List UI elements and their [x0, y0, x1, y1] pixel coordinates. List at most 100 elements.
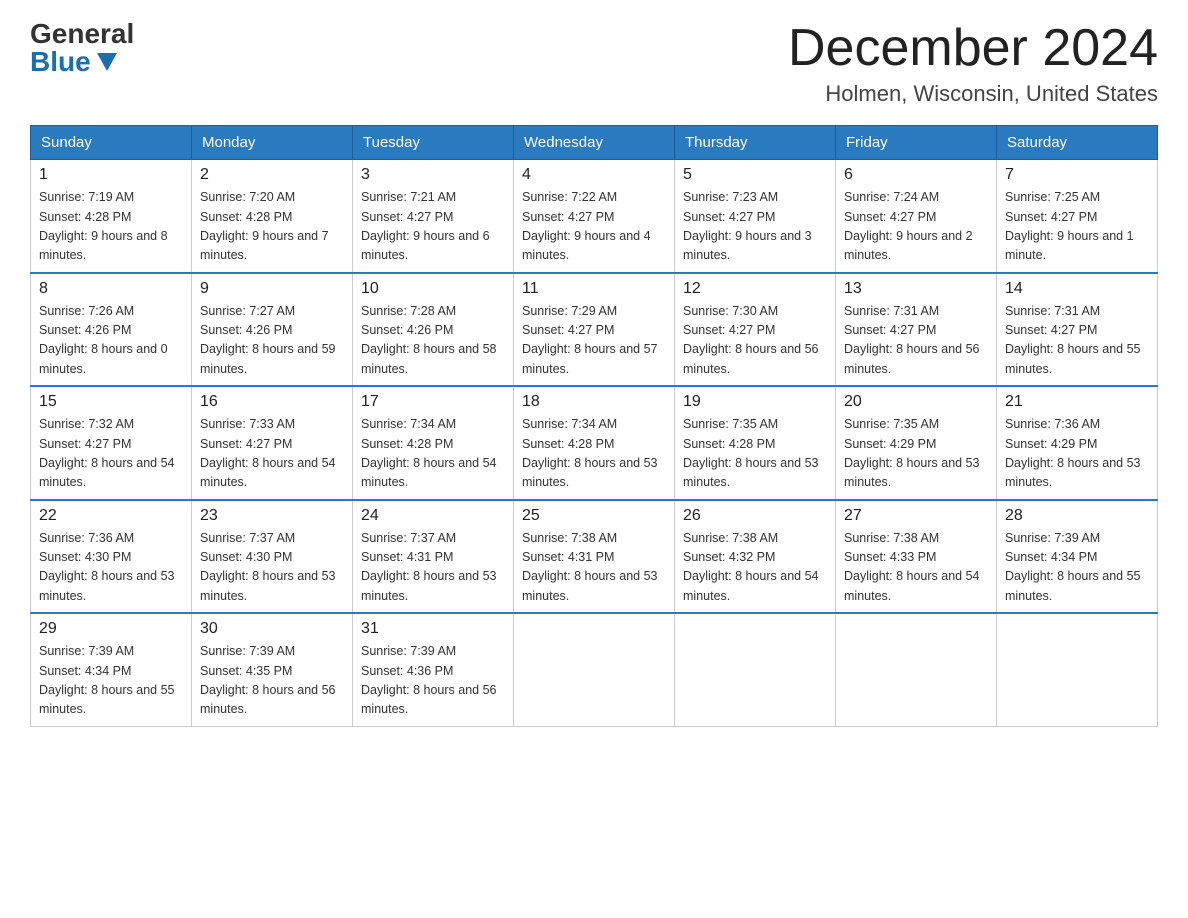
col-header-sunday: Sunday	[31, 126, 192, 160]
page-header: General Blue December 2024 Holmen, Wisco…	[30, 20, 1158, 107]
day-info: Sunrise: 7:23 AMSunset: 4:27 PMDaylight:…	[683, 188, 827, 266]
day-info: Sunrise: 7:31 AMSunset: 4:27 PMDaylight:…	[844, 302, 988, 380]
day-cell-7: 7 Sunrise: 7:25 AMSunset: 4:27 PMDaylight…	[997, 160, 1158, 273]
day-cell-10: 10Sunrise: 7:28 AMSunset: 4:26 PMDayligh…	[353, 273, 514, 387]
day-cell-27: 27 Sunrise: 7:38 AMSunset: 4:33 PMDayligh…	[836, 500, 997, 614]
day-number: 29	[39, 620, 183, 638]
day-cell-15: 15 Sunrise: 7:32 AMSunset: 4:27 PMDayligh…	[31, 386, 192, 500]
empty-cell	[836, 613, 997, 726]
col-header-tuesday: Tuesday	[353, 126, 514, 160]
empty-cell	[675, 613, 836, 726]
day-number: 14	[1005, 280, 1149, 298]
day-info: Sunrise: 7:37 AMSunset: 4:31 PMDaylight:…	[361, 529, 505, 607]
day-info: Sunrise: 7:34 AMSunset: 4:28 PMDaylight:…	[361, 415, 505, 493]
day-number: 12	[683, 280, 827, 298]
day-info: Sunrise: 7:26 AMSunset: 4:26 PMDaylight:…	[39, 302, 183, 380]
day-info: Sunrise: 7:32 AMSunset: 4:27 PMDaylight:…	[39, 415, 183, 493]
day-number: 15	[39, 393, 183, 411]
day-number: 7	[1005, 166, 1149, 184]
day-cell-21: 21Sunrise: 7:36 AMSunset: 4:29 PMDayligh…	[997, 386, 1158, 500]
day-number: 31	[361, 620, 505, 638]
day-number: 8	[39, 280, 183, 298]
day-info: Sunrise: 7:25 AMSunset: 4:27 PMDaylight:…	[1005, 188, 1149, 266]
day-info: Sunrise: 7:22 AMSunset: 4:27 PMDaylight:…	[522, 188, 666, 266]
day-cell-11: 11Sunrise: 7:29 AMSunset: 4:27 PMDayligh…	[514, 273, 675, 387]
day-number: 22	[39, 507, 183, 525]
day-cell-24: 24 Sunrise: 7:37 AMSunset: 4:31 PMDayligh…	[353, 500, 514, 614]
day-number: 23	[200, 507, 344, 525]
day-cell-17: 17 Sunrise: 7:34 AMSunset: 4:28 PMDayligh…	[353, 386, 514, 500]
day-info: Sunrise: 7:35 AMSunset: 4:29 PMDaylight:…	[844, 415, 988, 493]
day-number: 20	[844, 393, 988, 411]
day-info: Sunrise: 7:38 AMSunset: 4:32 PMDaylight:…	[683, 529, 827, 607]
col-header-wednesday: Wednesday	[514, 126, 675, 160]
day-number: 1	[39, 166, 183, 184]
empty-cell	[514, 613, 675, 726]
day-info: Sunrise: 7:35 AMSunset: 4:28 PMDaylight:…	[683, 415, 827, 493]
day-info: Sunrise: 7:24 AMSunset: 4:27 PMDaylight:…	[844, 188, 988, 266]
day-number: 6	[844, 166, 988, 184]
day-cell-16: 16 Sunrise: 7:33 AMSunset: 4:27 PMDayligh…	[192, 386, 353, 500]
day-info: Sunrise: 7:30 AMSunset: 4:27 PMDaylight:…	[683, 302, 827, 380]
day-cell-19: 19 Sunrise: 7:35 AMSunset: 4:28 PMDayligh…	[675, 386, 836, 500]
day-number: 19	[683, 393, 827, 411]
day-number: 27	[844, 507, 988, 525]
day-cell-23: 23 Sunrise: 7:37 AMSunset: 4:30 PMDayligh…	[192, 500, 353, 614]
col-header-friday: Friday	[836, 126, 997, 160]
day-cell-20: 20 Sunrise: 7:35 AMSunset: 4:29 PMDayligh…	[836, 386, 997, 500]
day-info: Sunrise: 7:27 AMSunset: 4:26 PMDaylight:…	[200, 302, 344, 380]
day-cell-5: 5 Sunrise: 7:23 AMSunset: 4:27 PMDaylight…	[675, 160, 836, 273]
day-info: Sunrise: 7:21 AMSunset: 4:27 PMDaylight:…	[361, 188, 505, 266]
week-row-5: 29 Sunrise: 7:39 AMSunset: 4:34 PMDayligh…	[31, 613, 1158, 726]
day-cell-22: 22 Sunrise: 7:36 AMSunset: 4:30 PMDayligh…	[31, 500, 192, 614]
week-row-4: 22 Sunrise: 7:36 AMSunset: 4:30 PMDayligh…	[31, 500, 1158, 614]
day-cell-9: 9 Sunrise: 7:27 AMSunset: 4:26 PMDaylight…	[192, 273, 353, 387]
day-info: Sunrise: 7:36 AMSunset: 4:29 PMDaylight:…	[1005, 415, 1149, 493]
day-cell-31: 31 Sunrise: 7:39 AMSunset: 4:36 PMDayligh…	[353, 613, 514, 726]
day-info: Sunrise: 7:36 AMSunset: 4:30 PMDaylight:…	[39, 529, 183, 607]
day-number: 28	[1005, 507, 1149, 525]
day-cell-18: 18 Sunrise: 7:34 AMSunset: 4:28 PMDayligh…	[514, 386, 675, 500]
day-info: Sunrise: 7:19 AMSunset: 4:28 PMDaylight:…	[39, 188, 183, 266]
day-number: 17	[361, 393, 505, 411]
day-number: 10	[361, 280, 505, 298]
logo-blue-text: Blue	[30, 48, 117, 76]
day-cell-29: 29 Sunrise: 7:39 AMSunset: 4:34 PMDayligh…	[31, 613, 192, 726]
day-info: Sunrise: 7:34 AMSunset: 4:28 PMDaylight:…	[522, 415, 666, 493]
day-number: 5	[683, 166, 827, 184]
logo-triangle-icon	[97, 53, 117, 71]
day-number: 16	[200, 393, 344, 411]
month-year-title: December 2024	[788, 20, 1158, 77]
day-number: 24	[361, 507, 505, 525]
day-info: Sunrise: 7:38 AMSunset: 4:31 PMDaylight:…	[522, 529, 666, 607]
week-row-1: 1 Sunrise: 7:19 AMSunset: 4:28 PMDaylight…	[31, 160, 1158, 273]
location-subtitle: Holmen, Wisconsin, United States	[788, 81, 1158, 107]
day-cell-25: 25Sunrise: 7:38 AMSunset: 4:31 PMDayligh…	[514, 500, 675, 614]
calendar-header-row: SundayMondayTuesdayWednesdayThursdayFrid…	[31, 126, 1158, 160]
day-info: Sunrise: 7:31 AMSunset: 4:27 PMDaylight:…	[1005, 302, 1149, 380]
day-cell-30: 30Sunrise: 7:39 AMSunset: 4:35 PMDayligh…	[192, 613, 353, 726]
day-number: 4	[522, 166, 666, 184]
day-cell-2: 2Sunrise: 7:20 AMSunset: 4:28 PMDaylight…	[192, 160, 353, 273]
day-info: Sunrise: 7:39 AMSunset: 4:34 PMDaylight:…	[39, 642, 183, 720]
title-block: December 2024 Holmen, Wisconsin, United …	[788, 20, 1158, 107]
day-number: 9	[200, 280, 344, 298]
day-number: 18	[522, 393, 666, 411]
day-cell-4: 4 Sunrise: 7:22 AMSunset: 4:27 PMDaylight…	[514, 160, 675, 273]
day-info: Sunrise: 7:39 AMSunset: 4:35 PMDaylight:…	[200, 642, 344, 720]
day-number: 2	[200, 166, 344, 184]
day-info: Sunrise: 7:38 AMSunset: 4:33 PMDaylight:…	[844, 529, 988, 607]
day-info: Sunrise: 7:33 AMSunset: 4:27 PMDaylight:…	[200, 415, 344, 493]
col-header-thursday: Thursday	[675, 126, 836, 160]
logo: General Blue	[30, 20, 134, 76]
day-number: 11	[522, 280, 666, 298]
col-header-monday: Monday	[192, 126, 353, 160]
day-cell-12: 12 Sunrise: 7:30 AMSunset: 4:27 PMDayligh…	[675, 273, 836, 387]
day-info: Sunrise: 7:39 AMSunset: 4:36 PMDaylight:…	[361, 642, 505, 720]
day-cell-28: 28 Sunrise: 7:39 AMSunset: 4:34 PMDayligh…	[997, 500, 1158, 614]
day-number: 3	[361, 166, 505, 184]
week-row-3: 15 Sunrise: 7:32 AMSunset: 4:27 PMDayligh…	[31, 386, 1158, 500]
day-info: Sunrise: 7:39 AMSunset: 4:34 PMDaylight:…	[1005, 529, 1149, 607]
day-cell-6: 6 Sunrise: 7:24 AMSunset: 4:27 PMDaylight…	[836, 160, 997, 273]
day-info: Sunrise: 7:37 AMSunset: 4:30 PMDaylight:…	[200, 529, 344, 607]
